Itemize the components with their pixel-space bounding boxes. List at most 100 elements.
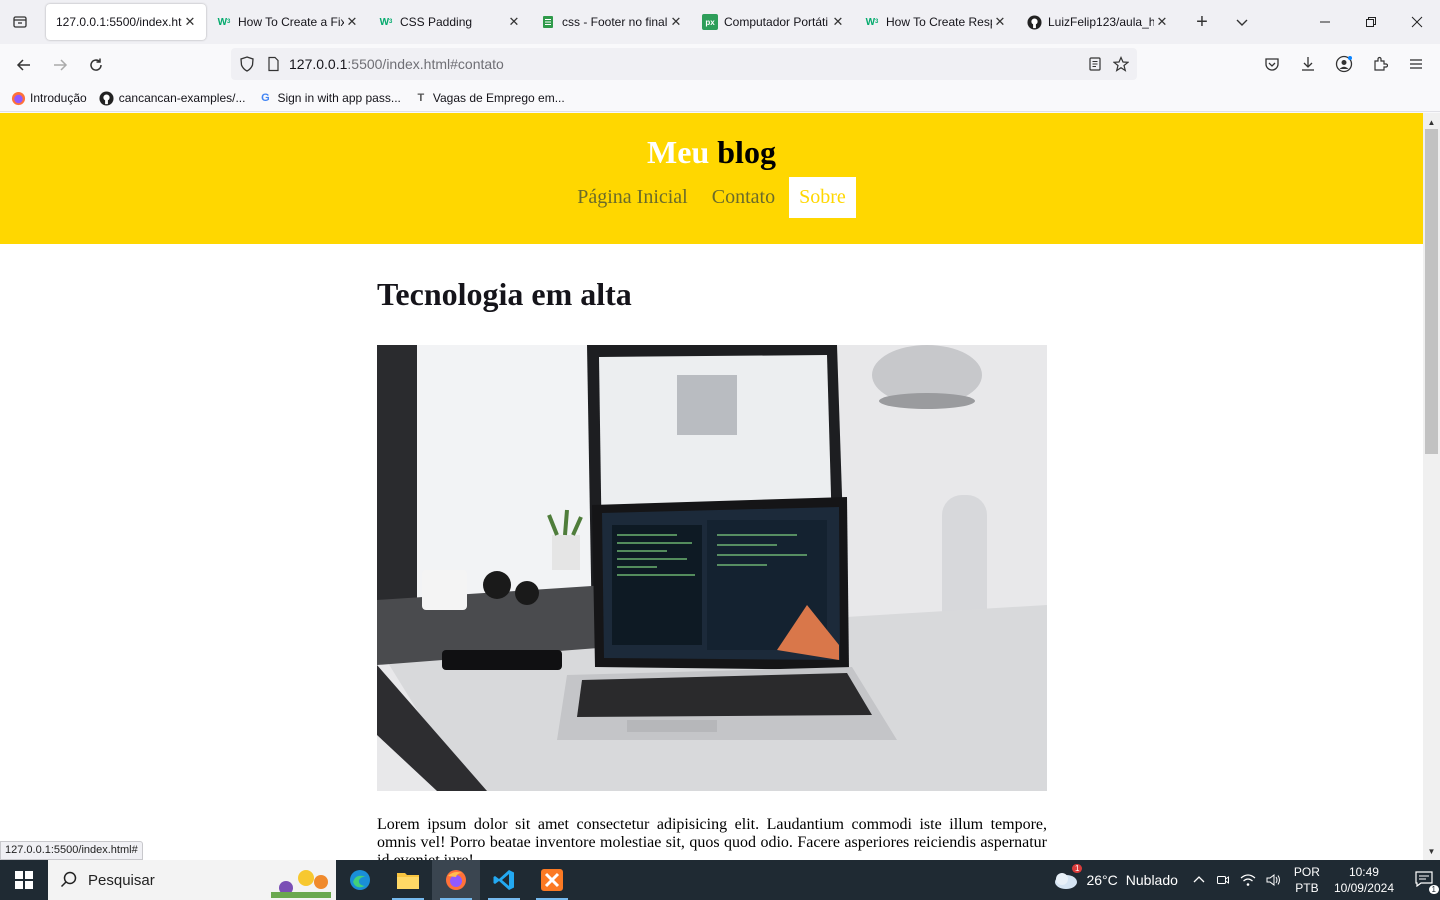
tab-w3-responsive[interactable]: W3 How To Create Resp ✕ bbox=[854, 4, 1016, 40]
nav-link-pagina-inicial[interactable]: Página Inicial bbox=[567, 177, 698, 218]
taskbar-firefox[interactable] bbox=[432, 860, 480, 900]
search-highlight-flowers-icon bbox=[271, 870, 331, 898]
bookmark-introducao[interactable]: Introdução bbox=[10, 90, 87, 106]
back-button[interactable] bbox=[6, 49, 42, 81]
nav-link-contato[interactable]: Contato bbox=[702, 177, 785, 218]
input-language[interactable]: POR PTB bbox=[1294, 864, 1320, 896]
minimize-icon bbox=[1320, 21, 1330, 23]
tab-title: How To Create Resp bbox=[886, 15, 992, 29]
tab-w3-fixed[interactable]: W3 How To Create a Fix ✕ bbox=[206, 4, 368, 40]
hamburger-menu-icon bbox=[1410, 59, 1422, 69]
notification-center-button[interactable]: 1 bbox=[1408, 860, 1440, 900]
weather-temp: 26°C bbox=[1086, 872, 1118, 888]
url-bar[interactable]: 127.0.0.1:5500/index.html#contato bbox=[231, 48, 1137, 80]
close-window-button[interactable] bbox=[1394, 0, 1440, 44]
tab-close-icon[interactable]: ✕ bbox=[506, 14, 522, 30]
downloads-button[interactable] bbox=[1292, 48, 1324, 80]
reload-button[interactable] bbox=[78, 49, 114, 81]
link-status-overlay: 127.0.0.1:5500/index.html# bbox=[0, 841, 143, 860]
taskbar-xampp[interactable] bbox=[528, 860, 576, 900]
reader-view-icon[interactable] bbox=[1087, 56, 1103, 72]
notification-count-badge: 1 bbox=[1428, 884, 1439, 894]
taskbar-search-box[interactable]: Pesquisar bbox=[48, 860, 336, 900]
minimize-button[interactable] bbox=[1302, 0, 1348, 44]
tab-computador[interactable]: px Computador Portáti ✕ bbox=[692, 4, 854, 40]
clock-time: 10:49 bbox=[1348, 865, 1379, 879]
arrow-left-icon bbox=[16, 58, 30, 71]
weather-widget[interactable]: 1 26°C Nublado bbox=[1052, 864, 1178, 890]
stackexchange-icon bbox=[540, 14, 556, 30]
notification-icon: 1 bbox=[1415, 870, 1439, 894]
bookmark-vagas[interactable]: T Vagas de Emprego em... bbox=[413, 90, 565, 106]
start-button[interactable] bbox=[0, 860, 48, 900]
px-icon: px bbox=[702, 14, 718, 30]
bookmark-label: Introdução bbox=[30, 91, 87, 105]
account-icon bbox=[1335, 55, 1353, 73]
bookmark-google-signin[interactable]: G Sign in with app pass... bbox=[257, 90, 401, 106]
url-path: :5500/index.html#contato bbox=[347, 56, 504, 72]
tab-close-icon[interactable]: ✕ bbox=[182, 14, 198, 30]
clock[interactable]: 10:49 10/09/2024 bbox=[1334, 864, 1394, 896]
plus-icon: + bbox=[1196, 10, 1208, 33]
clock-date: 10/09/2024 bbox=[1333, 881, 1394, 895]
wifi-icon[interactable] bbox=[1240, 873, 1256, 887]
tab-list: 127.0.0.1:5500/index.htm ✕ W3 How To Cre… bbox=[40, 0, 1260, 44]
bookmark-label: Vagas de Emprego em... bbox=[432, 91, 565, 105]
bookmark-label: cancancan-examples/... bbox=[118, 91, 246, 105]
tab-footer-stack[interactable]: css - Footer no final ✕ bbox=[530, 4, 692, 40]
scrollbar-thumb[interactable] bbox=[1425, 129, 1438, 454]
list-all-tabs-button[interactable] bbox=[1224, 4, 1260, 40]
taskbar-file-explorer[interactable] bbox=[384, 860, 432, 900]
firefox-view-button[interactable] bbox=[0, 0, 40, 44]
taskbar-vscode[interactable] bbox=[480, 860, 528, 900]
speaker-icon[interactable] bbox=[1266, 873, 1282, 887]
chevron-up-icon[interactable] bbox=[1192, 873, 1206, 887]
tab-close-icon[interactable]: ✕ bbox=[992, 14, 1008, 30]
page-icon bbox=[268, 56, 279, 72]
new-tab-button[interactable]: + bbox=[1184, 4, 1220, 40]
close-icon bbox=[1411, 16, 1423, 28]
account-button[interactable] bbox=[1328, 48, 1360, 80]
edge-icon bbox=[350, 870, 370, 890]
navigation-toolbar: 127.0.0.1:5500/index.html#contato bbox=[0, 44, 1440, 85]
language-code: POR bbox=[1293, 865, 1320, 879]
tab-css-padding[interactable]: W3 CSS Padding ✕ bbox=[368, 4, 530, 40]
tab-close-icon[interactable]: ✕ bbox=[1154, 14, 1170, 30]
tab-localhost[interactable]: 127.0.0.1:5500/index.htm ✕ bbox=[46, 4, 206, 40]
bookmark-label: Sign in with app pass... bbox=[277, 91, 401, 105]
restore-button[interactable] bbox=[1348, 0, 1394, 44]
github-icon bbox=[99, 90, 115, 106]
article-image-laptop-desk bbox=[377, 345, 1047, 791]
forward-button[interactable] bbox=[42, 49, 78, 81]
tab-close-icon[interactable]: ✕ bbox=[668, 14, 684, 30]
site-title-word1: Meu bbox=[647, 134, 710, 170]
scroll-down-arrow-icon[interactable]: ▼ bbox=[1423, 844, 1440, 858]
pocket-button[interactable] bbox=[1256, 48, 1288, 80]
shield-icon[interactable] bbox=[239, 56, 255, 72]
bookmark-cancancan[interactable]: cancancan-examples/... bbox=[99, 90, 246, 106]
tab-close-icon[interactable]: ✕ bbox=[344, 14, 360, 30]
tab-github[interactable]: LuizFelip123/aula_ht ✕ bbox=[1016, 4, 1178, 40]
article-paragraph: Lorem ipsum dolor sit amet consectetur a… bbox=[377, 816, 1047, 860]
url-host: 127.0.0.1 bbox=[289, 56, 348, 72]
taskbar-edge[interactable] bbox=[336, 860, 384, 900]
extensions-button[interactable] bbox=[1364, 48, 1396, 80]
xampp-icon bbox=[541, 869, 563, 891]
pocket-icon bbox=[1265, 58, 1279, 71]
tab-title: 127.0.0.1:5500/index.htm bbox=[56, 15, 182, 29]
article-title: Tecnologia em alta bbox=[377, 276, 632, 312]
nav-link-sobre[interactable]: Sobre bbox=[789, 177, 856, 218]
page-scrollbar[interactable]: ▲ ▼ bbox=[1423, 113, 1440, 860]
url-text[interactable]: 127.0.0.1:5500/index.html#contato bbox=[289, 56, 504, 72]
arrow-right-icon bbox=[54, 58, 68, 71]
vscode-icon bbox=[493, 870, 514, 890]
scroll-up-arrow-icon[interactable]: ▲ bbox=[1423, 115, 1440, 129]
weather-alert-badge: 1 bbox=[1072, 864, 1083, 873]
tab-strip: 127.0.0.1:5500/index.htm ✕ W3 How To Cre… bbox=[0, 0, 1440, 44]
bookmark-star-icon[interactable] bbox=[1113, 56, 1129, 72]
job-icon: T bbox=[417, 92, 425, 104]
tab-close-icon[interactable]: ✕ bbox=[830, 14, 846, 30]
puzzle-icon bbox=[1374, 56, 1388, 71]
camera-icon[interactable] bbox=[1216, 873, 1230, 887]
menu-button[interactable] bbox=[1400, 48, 1432, 80]
